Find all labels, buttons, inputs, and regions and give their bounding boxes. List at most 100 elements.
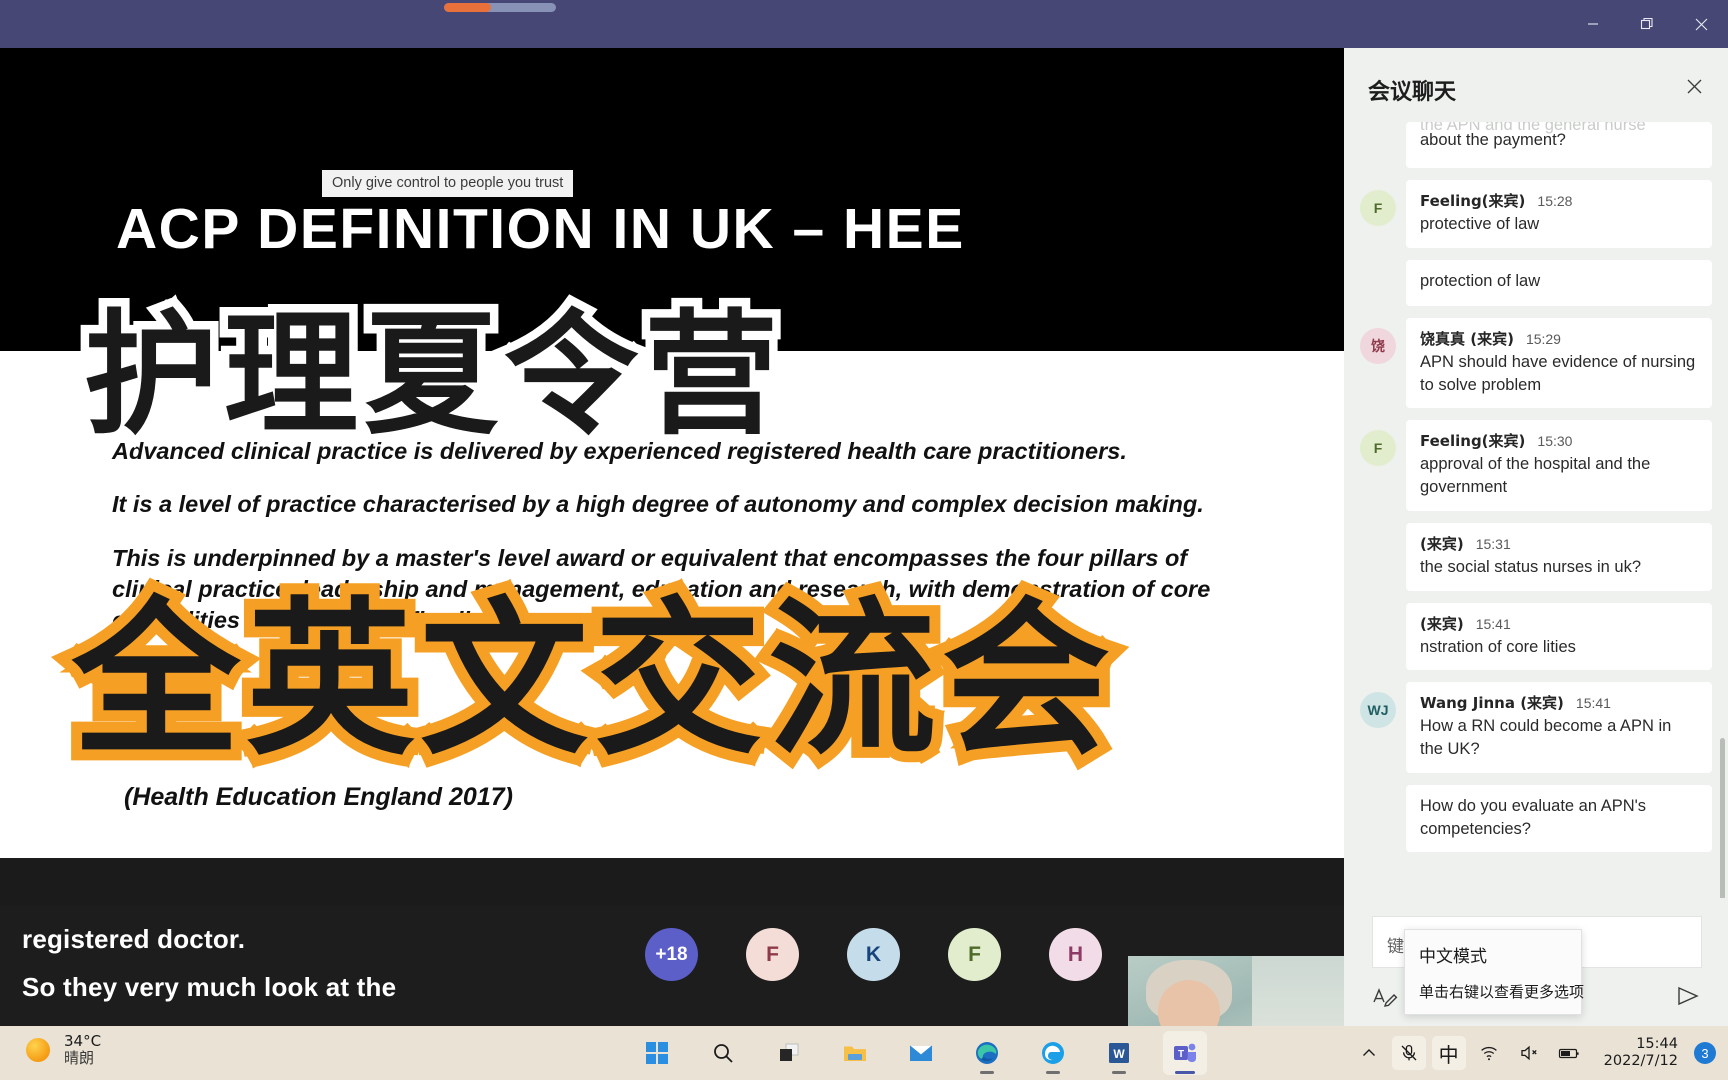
overlay-text-line1: 护理夏令营	[75, 289, 786, 462]
clock-date: 2022/7/12	[1603, 1053, 1678, 1069]
overflow-count[interactable]: +18	[645, 928, 698, 981]
caption-line-1: registered doctor.	[22, 924, 246, 954]
start-button[interactable]	[635, 1031, 679, 1075]
slide-credit: (Health Education England 2017)	[124, 783, 513, 811]
message-avatar-spacer	[1360, 132, 1396, 168]
participant-h[interactable]: H	[1049, 928, 1102, 981]
message-author: Feeling(来宾)	[1420, 192, 1526, 210]
message-text: approval of the hospital and the governm…	[1420, 455, 1651, 497]
message-meta: 饶真真 (来宾) 15:29	[1420, 328, 1698, 349]
chat-header: 会议聊天	[1344, 48, 1728, 122]
teams-button[interactable]: T	[1163, 1031, 1207, 1075]
speaker-muted-icon[interactable]	[1512, 1036, 1546, 1070]
window-titlebar	[0, 0, 1728, 48]
battery-icon[interactable]	[1552, 1036, 1586, 1070]
message-bubble: (来宾) 15:41 nstration of core lities	[1406, 602, 1712, 671]
ime-mode-tooltip: 中文模式 单击右键以查看更多选项	[1404, 929, 1584, 1015]
file-explorer-button[interactable]	[833, 1031, 877, 1075]
meeting-chat-panel: 会议聊天 the APN and the general nurse about …	[1344, 48, 1728, 1026]
message-avatar-spacer	[1360, 533, 1396, 569]
message-bubble: (来宾) 15:31 the social status nurses in uk?	[1406, 522, 1712, 591]
taskbar-clock[interactable]: 15:44 2022/7/12	[1604, 1036, 1678, 1071]
message-avatar-spacer	[1360, 613, 1396, 649]
ime-indicator[interactable]: 中	[1431, 1036, 1466, 1070]
chat-message[interactable]: F Feeling(来宾) 15:28 protective of law	[1360, 180, 1712, 248]
message-text: How do you evaluate an APN's competencie…	[1420, 796, 1647, 838]
close-icon[interactable]	[1678, 70, 1710, 102]
chat-message[interactable]: protection of law	[1360, 259, 1712, 306]
message-author: Wang Jinna (来宾)	[1420, 694, 1564, 713]
chat-message[interactable]: 饶 饶真真 (来宾) 15:29 APN should have evidence o…	[1360, 317, 1712, 409]
edge-legacy-button[interactable]	[1031, 1031, 1075, 1075]
message-avatar: F	[1360, 190, 1396, 226]
chevron-up-icon[interactable]	[1352, 1036, 1386, 1070]
participant-avatar-row: +18 F K F H	[645, 928, 1102, 981]
microphone-muted-icon[interactable]	[1391, 1036, 1426, 1070]
word-button[interactable]: W	[1097, 1031, 1141, 1075]
message-meta: (来宾) 15:31	[1420, 533, 1698, 554]
message-timestamp: 15:41	[1475, 615, 1511, 632]
task-view-button[interactable]	[767, 1031, 811, 1075]
weather-condition: 晴朗	[64, 1049, 95, 1068]
chat-message[interactable]: How do you evaluate an APN's competencie…	[1360, 784, 1712, 853]
message-avatar: 饶	[1360, 327, 1396, 364]
mail-icon	[909, 1045, 933, 1061]
participant-k[interactable]: K	[847, 928, 900, 981]
notification-badge[interactable]: 3	[1694, 1042, 1716, 1064]
mail-button[interactable]	[899, 1031, 943, 1075]
caption-line-2: So they very much look at the	[22, 972, 397, 1002]
message-text: protection of law	[1420, 271, 1541, 290]
format-text-icon[interactable]	[1370, 982, 1400, 1012]
chat-message[interactable]: (来宾) 15:41 nstration of core lities	[1360, 602, 1712, 671]
chat-message[interactable]: (来宾) 15:31 the social status nurses in uk?	[1360, 522, 1712, 591]
message-meta: Feeling(来宾) 15:30	[1420, 430, 1698, 451]
presentation-slide: Only give control to people you trust AC…	[0, 48, 1344, 858]
message-bubble: Feeling(来宾) 15:28 protective of law	[1406, 180, 1712, 248]
chat-message[interactable]: the APN and the general nurse about the p…	[1360, 122, 1712, 168]
loading-progress-bar	[444, 3, 556, 12]
restore-icon[interactable]	[1620, 0, 1674, 48]
give-control-toast: Only give control to people you trust	[322, 170, 574, 197]
chat-message[interactable]: F Feeling(来宾) 15:30 approval of the hospita…	[1360, 420, 1712, 511]
participant-f1[interactable]: F	[746, 928, 799, 981]
message-author: Feeling(来宾)	[1420, 432, 1526, 451]
participant-f2[interactable]: F	[948, 928, 1001, 981]
message-timestamp: 15:29	[1525, 330, 1561, 347]
weather-widget[interactable]: 34°C 晴朗	[26, 1032, 102, 1068]
message-bubble: Feeling(来宾) 15:30 approval of the hospital…	[1406, 420, 1712, 511]
message-bubble: the APN and the general nurse about the p…	[1406, 122, 1712, 168]
search-button[interactable]	[701, 1031, 745, 1075]
self-video-thumbnail[interactable]	[1128, 956, 1344, 1026]
edge-legacy-icon	[1042, 1042, 1064, 1064]
chat-message[interactable]: WJ Wang Jinna (来宾) 15:41 How a RN could bec…	[1360, 682, 1712, 773]
close-icon[interactable]	[1674, 0, 1728, 48]
active-indicator	[1175, 1071, 1195, 1074]
running-indicator	[980, 1071, 994, 1074]
edge-button[interactable]	[965, 1031, 1009, 1075]
word-icon: W	[1109, 1043, 1129, 1063]
folder-icon	[844, 1046, 866, 1061]
weather-temperature: 34°C	[64, 1032, 102, 1050]
message-bubble: 饶真真 (来宾) 15:29 APN should have evidence of…	[1406, 317, 1712, 409]
search-icon	[714, 1044, 733, 1063]
message-author: 饶真真 (来宾)	[1420, 329, 1514, 348]
message-author: (来宾)	[1420, 534, 1464, 553]
slide-paragraph-2: It is a level of practice characterised …	[112, 491, 1204, 518]
svg-text:T: T	[1178, 1049, 1184, 1060]
message-timestamp: 15:31	[1475, 535, 1511, 552]
clock-time: 15:44	[1636, 1035, 1678, 1052]
taskbar-app-buttons: W T	[635, 1026, 1207, 1080]
svg-text:W: W	[1113, 1047, 1125, 1061]
windows-logo-icon	[646, 1042, 668, 1064]
message-avatar: F	[1360, 430, 1396, 467]
send-icon[interactable]	[1672, 980, 1706, 1014]
minimize-icon[interactable]	[1566, 0, 1620, 48]
message-text: protective of law	[1420, 215, 1540, 233]
message-text: nstration of core lities	[1420, 637, 1576, 656]
message-bubble: How do you evaluate an APN's competencie…	[1406, 784, 1712, 853]
wifi-icon[interactable]	[1472, 1036, 1506, 1070]
message-text: How a RN could become a APN in the UK?	[1420, 717, 1672, 759]
chat-message-list[interactable]: the APN and the general nurse about the p…	[1344, 122, 1728, 960]
message-timestamp: 15:30	[1537, 433, 1573, 450]
message-avatar-spacer	[1360, 270, 1396, 306]
